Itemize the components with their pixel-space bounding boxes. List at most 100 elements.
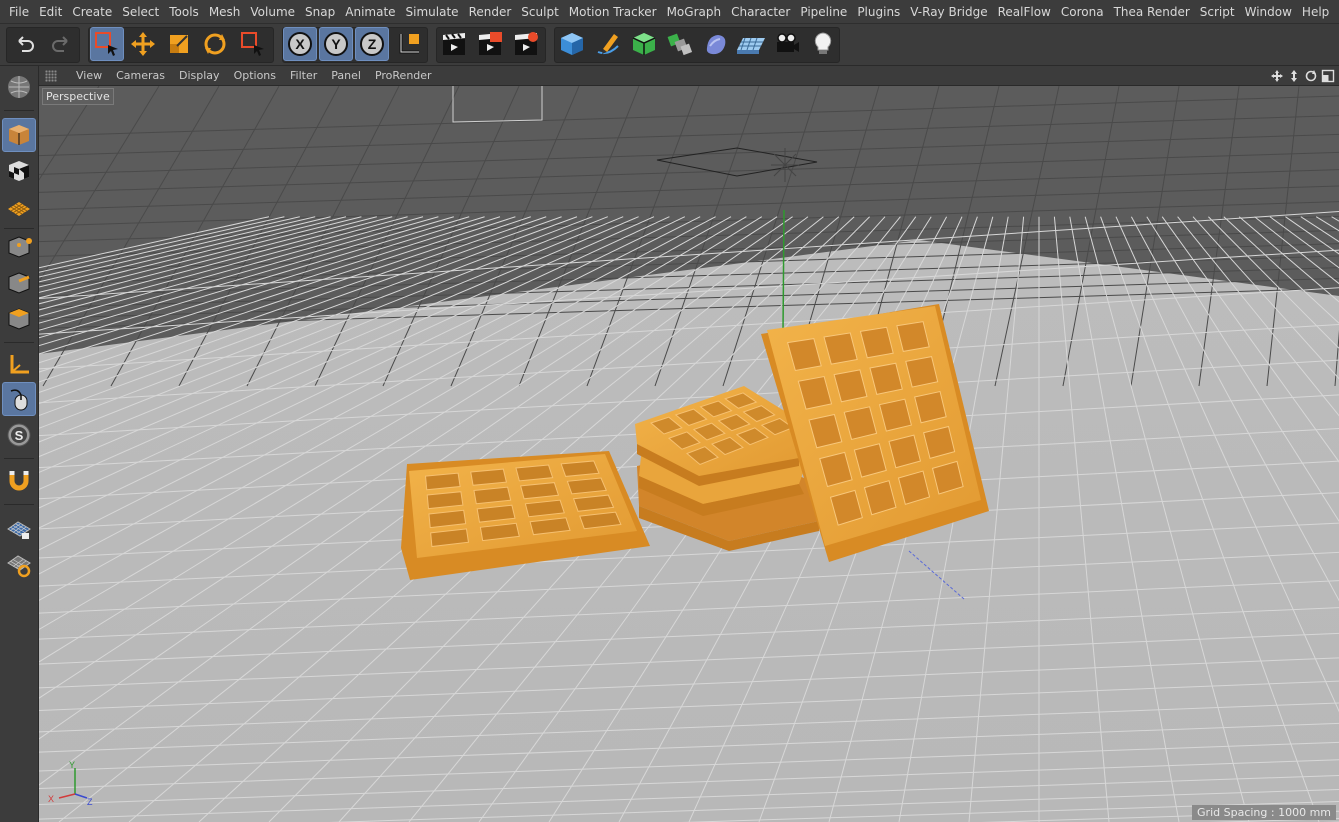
points-mode-button[interactable] — [2, 230, 36, 264]
menu-create[interactable]: Create — [67, 0, 117, 24]
menu-mograph[interactable]: MoGraph — [662, 0, 727, 24]
menu-plugins[interactable]: Plugins — [852, 0, 905, 24]
viewport-menu-cameras[interactable]: Cameras — [109, 69, 172, 82]
array-icon — [667, 33, 693, 56]
scale-tool-button[interactable] — [162, 27, 196, 61]
render-view-button[interactable] — [437, 27, 471, 61]
planar-workplane-button[interactable] — [2, 548, 36, 582]
grid-spacing-label: Grid Spacing : 1000 mm — [1192, 805, 1336, 820]
menu-snap[interactable]: Snap — [300, 0, 340, 24]
move-tool-button[interactable] — [126, 27, 160, 61]
cube-icon — [561, 33, 583, 55]
menu-render[interactable]: Render — [464, 0, 517, 24]
viewport-menu-options[interactable]: Options — [227, 69, 283, 82]
zoom-view-icon[interactable] — [1287, 69, 1301, 83]
enable-axis-button[interactable] — [2, 348, 36, 382]
menu-character[interactable]: Character — [726, 0, 795, 24]
snap-button[interactable]: S — [2, 418, 36, 452]
grid-rotate-icon — [7, 555, 31, 578]
polygons-icon — [8, 308, 30, 330]
model-mode-button[interactable] — [2, 118, 36, 152]
add-camera-button[interactable] — [770, 27, 804, 61]
add-cube-button[interactable] — [555, 27, 589, 61]
viewport-title[interactable]: Perspective — [42, 88, 114, 105]
perspective-viewport[interactable]: Perspective X Y Z Grid Spacing : 1000 mm — [39, 86, 1339, 822]
menu-motion-tracker[interactable]: Motion Tracker — [564, 0, 662, 24]
add-light-button[interactable] — [806, 27, 840, 61]
menu-help[interactable]: Help — [1297, 0, 1334, 24]
mode-toolbar: S — [0, 66, 39, 822]
object-y-axis — [782, 209, 785, 333]
snap-icon: S — [7, 423, 31, 447]
viewport-menu-prorender[interactable]: ProRender — [368, 69, 439, 82]
render-picture-viewer-button[interactable] — [473, 27, 507, 61]
coordinate-system-button[interactable] — [392, 27, 426, 61]
redo-button[interactable] — [44, 27, 78, 61]
menu-sculpt[interactable]: Sculpt — [516, 0, 563, 24]
add-subdivision-button[interactable] — [627, 27, 661, 61]
menu-edit[interactable]: Edit — [34, 0, 67, 24]
menu-file[interactable]: File — [4, 0, 34, 24]
viewport-scene — [39, 86, 1339, 822]
render-settings-button[interactable] — [509, 27, 543, 61]
y-axis-icon: Y — [324, 32, 348, 56]
menu-corona[interactable]: Corona — [1056, 0, 1109, 24]
x-axis-lock-button[interactable]: X — [283, 27, 317, 61]
menu-window[interactable]: Window — [1240, 0, 1297, 24]
make-editable-icon — [8, 76, 30, 98]
undo-button[interactable] — [8, 27, 42, 61]
add-spline-pen-button[interactable] — [591, 27, 625, 61]
locked-workplane-button[interactable] — [2, 512, 36, 546]
rotate-tool-button[interactable] — [198, 27, 232, 61]
add-deformer-button[interactable] — [699, 27, 733, 61]
add-array-button[interactable] — [663, 27, 697, 61]
magnet-icon — [9, 471, 29, 491]
menu-thea-render[interactable]: Thea Render — [1109, 0, 1195, 24]
workplane-mode-button[interactable] — [2, 190, 36, 224]
viewport-menu-display[interactable]: Display — [172, 69, 227, 82]
coordinate-system-icon — [399, 34, 419, 54]
menu-animate[interactable]: Animate — [340, 0, 400, 24]
maximize-view-icon[interactable] — [1321, 69, 1335, 83]
gizmo-z-label: Z — [87, 797, 93, 807]
redo-icon — [52, 36, 68, 52]
texture-mode-button[interactable] — [2, 154, 36, 188]
selection-tool-icon — [241, 32, 264, 56]
menu-simulate[interactable]: Simulate — [401, 0, 464, 24]
menu-select[interactable]: Select — [117, 0, 164, 24]
x-axis-icon: X — [288, 32, 312, 56]
menu-tools[interactable]: Tools — [164, 0, 204, 24]
make-editable-button[interactable] — [2, 70, 36, 104]
add-floor-button[interactable] — [734, 27, 768, 61]
panel-grip-icon[interactable] — [45, 69, 57, 82]
viewport-menu-panel[interactable]: Panel — [324, 69, 368, 82]
camera-icon — [777, 33, 799, 52]
rotate-view-icon[interactable] — [1304, 69, 1318, 83]
menu-volume[interactable]: Volume — [245, 0, 300, 24]
model-cube-icon — [9, 125, 29, 145]
recent-tool-button[interactable] — [236, 27, 270, 61]
menu-v-ray-bridge[interactable]: V-Ray Bridge — [905, 0, 992, 24]
axis-icon — [10, 355, 29, 374]
edges-mode-button[interactable] — [2, 266, 36, 300]
menu-realflow[interactable]: RealFlow — [993, 0, 1056, 24]
menu-mesh[interactable]: Mesh — [204, 0, 246, 24]
polygons-mode-button[interactable] — [2, 302, 36, 336]
world-axis-gizmo: X Y Z — [48, 760, 93, 807]
y-axis-label: Y — [331, 36, 341, 52]
y-axis-lock-button[interactable]: Y — [319, 27, 353, 61]
magnet-button[interactable] — [2, 464, 36, 498]
live-selection-button[interactable] — [90, 27, 124, 61]
pan-view-icon[interactable] — [1270, 69, 1284, 83]
x-axis-label: X — [295, 36, 305, 52]
render-pv-icon — [479, 32, 502, 55]
menu-script[interactable]: Script — [1195, 0, 1240, 24]
z-axis-label: Z — [368, 36, 377, 52]
viewport-menu-view[interactable]: View — [69, 69, 109, 82]
points-icon — [8, 236, 32, 258]
viewport-menu-filter[interactable]: Filter — [283, 69, 324, 82]
tweak-mode-button[interactable] — [2, 382, 36, 416]
menu-pipeline[interactable]: Pipeline — [795, 0, 852, 24]
viewport-menu-bar: View Cameras Display Options Filter Panel ProR… — [39, 66, 1339, 86]
z-axis-lock-button[interactable]: Z — [355, 27, 389, 61]
